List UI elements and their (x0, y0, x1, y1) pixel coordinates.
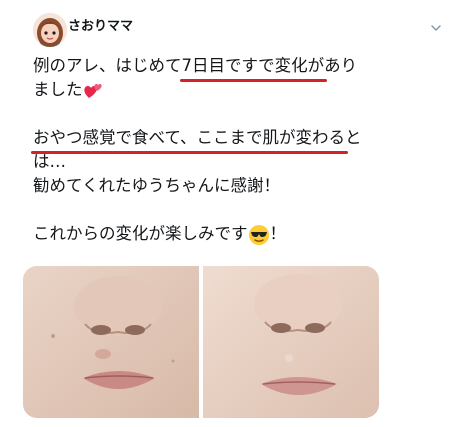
before-photo[interactable] (23, 266, 199, 418)
tweet-text-segment: 例のアレ、はじめて (33, 56, 182, 75)
tweet-text: 例のアレ、はじめて7日目ですで変化があり ました おやつ感覚で食べて、ここまで肌… (30, 54, 453, 246)
sunglasses-emoji-icon (248, 224, 269, 245)
tweet-media[interactable] (23, 266, 379, 418)
tweet-line-1: 例のアレ、はじめて7日目ですで変化があり (33, 54, 453, 82)
tweet-text-segment: ！ (269, 224, 287, 243)
tweet-text-segment: ました (33, 80, 83, 99)
chevron-down-icon[interactable] (430, 22, 442, 34)
tweet-header: さおりママ (0, 0, 470, 60)
tweet-line-6: これからの変化が楽しみです ！ (33, 222, 453, 246)
tweet-text-segment: 勧めてくれたゆうちゃんに感謝！ (33, 176, 281, 195)
tweet-text-segment: は… (33, 152, 66, 171)
tweet-line-3: おやつ感覚で食べて、ここまで肌が変わると (30, 126, 453, 154)
tweet-text-segment: と (345, 128, 362, 147)
avatar[interactable] (33, 13, 67, 47)
display-name[interactable]: さおりママ (68, 15, 133, 34)
underlined-text: おやつ感覚で食べて、ここまで肌が変わる (30, 126, 349, 154)
tweet-line-5: 勧めてくれたゆうちゃんに感謝！ (33, 174, 453, 198)
tweet-text-segment: あり (324, 56, 358, 75)
underlined-text: 7日目ですで変化が (179, 54, 327, 82)
two-hearts-icon (83, 83, 102, 98)
tweet-text-segment: これからの変化が楽しみです (33, 224, 248, 243)
after-photo[interactable] (203, 266, 379, 418)
